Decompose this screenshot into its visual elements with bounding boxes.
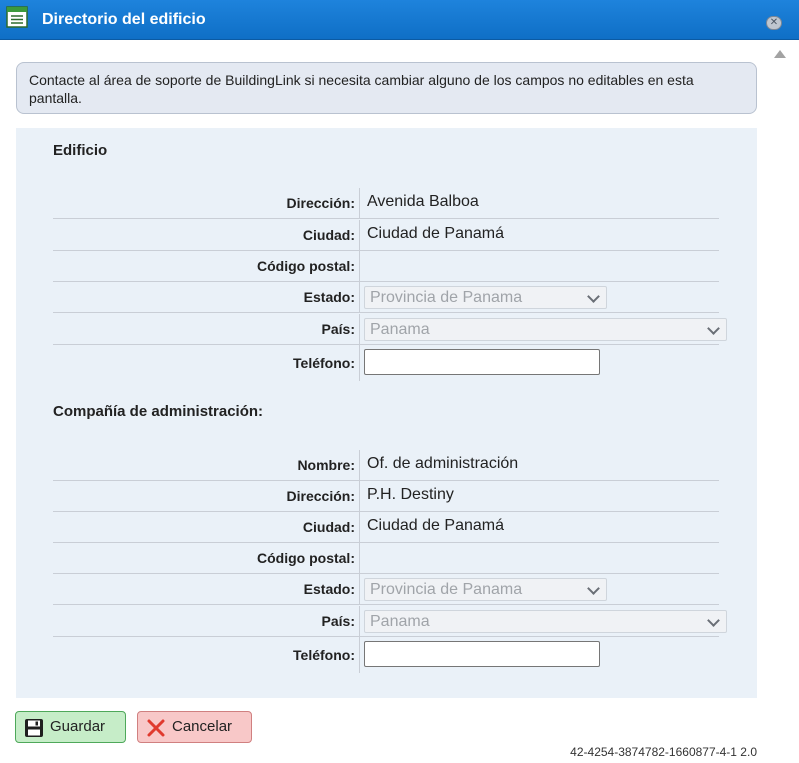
building-city-label: Ciudad: [302, 227, 355, 243]
management-section-title: Compañía de administración: [53, 403, 264, 420]
building-phone-row: Teléfono: [53, 345, 719, 381]
cancel-button-label: Cancelar [172, 718, 233, 735]
support-notice: Contacte al área de soporte de BuildingL… [16, 62, 757, 114]
management-address-label: Dirección: [286, 488, 355, 504]
chevron-down-icon [587, 290, 600, 303]
building-city-value: Ciudad de Panamá [367, 225, 504, 242]
chevron-down-icon [707, 322, 720, 335]
building-postal-row: Código postal: [53, 251, 719, 282]
building-state-label: Estado: [303, 289, 355, 305]
management-name-value: Of. de administración [367, 455, 519, 472]
management-name-label: Nombre: [297, 457, 355, 473]
management-postal-row: Código postal: [53, 543, 719, 574]
management-country-select[interactable]: Panama [364, 610, 727, 633]
management-city-value: Ciudad de Panamá [367, 517, 504, 534]
building-postal-label: Código postal: [257, 258, 355, 274]
dialog-titlebar: Directorio del edificio ✕ [0, 0, 799, 40]
support-notice-text: Contacte al área de soporte de BuildingL… [29, 72, 694, 106]
building-country-select[interactable]: Panama [364, 318, 727, 341]
building-address-row: Dirección: Avenida Balboa [53, 188, 719, 219]
building-state-select[interactable]: Provincia de Panama [364, 286, 607, 309]
management-postal-label: Código postal: [257, 550, 355, 566]
management-name-row: Nombre: Of. de administración [53, 450, 719, 481]
management-state-row: Estado: Provincia de Panama [53, 574, 719, 605]
building-phone-label: Teléfono: [293, 355, 355, 371]
management-state-select[interactable]: Provincia de Panama [364, 578, 607, 601]
building-address-label: Dirección: [286, 195, 355, 211]
building-state-row: Estado: Provincia de Panama [53, 282, 719, 313]
cancel-button[interactable]: Cancelar [137, 711, 252, 743]
close-icon: ✕ [769, 17, 779, 28]
management-country-label: País: [321, 613, 355, 629]
management-phone-input[interactable] [364, 641, 600, 667]
scroll-up-arrow-icon[interactable] [774, 50, 786, 58]
cancel-x-icon [147, 719, 165, 737]
management-city-row: Ciudad: Ciudad de Panamá [53, 512, 719, 543]
management-city-label: Ciudad: [302, 519, 355, 535]
save-button[interactable]: Guardar [15, 711, 126, 743]
management-state-label: Estado: [303, 581, 355, 597]
directory-icon [6, 6, 28, 28]
vertical-scrollbar[interactable] [768, 40, 799, 763]
management-address-row: Dirección: P.H. Destiny [53, 481, 719, 512]
save-icon [25, 719, 43, 737]
save-button-label: Guardar [50, 718, 106, 735]
management-address-value: P.H. Destiny [367, 486, 454, 503]
version-id: 42-4254-3874782-1660877-4-1 2.0 [570, 745, 757, 759]
building-phone-input[interactable] [364, 349, 600, 375]
building-country-row: País: Panama [53, 314, 727, 345]
close-button[interactable]: ✕ [766, 16, 782, 30]
management-phone-label: Teléfono: [293, 647, 355, 663]
building-city-row: Ciudad: Ciudad de Panamá [53, 220, 719, 251]
chevron-down-icon [587, 582, 600, 595]
management-country-row: País: Panama [53, 606, 727, 637]
building-country-label: País: [321, 321, 355, 337]
building-section-title: Edificio [53, 142, 108, 159]
chevron-down-icon [707, 614, 720, 627]
building-address-value: Avenida Balboa [367, 193, 479, 210]
dialog-title: Directorio del edificio [42, 11, 206, 28]
management-phone-row: Teléfono: [53, 637, 719, 673]
